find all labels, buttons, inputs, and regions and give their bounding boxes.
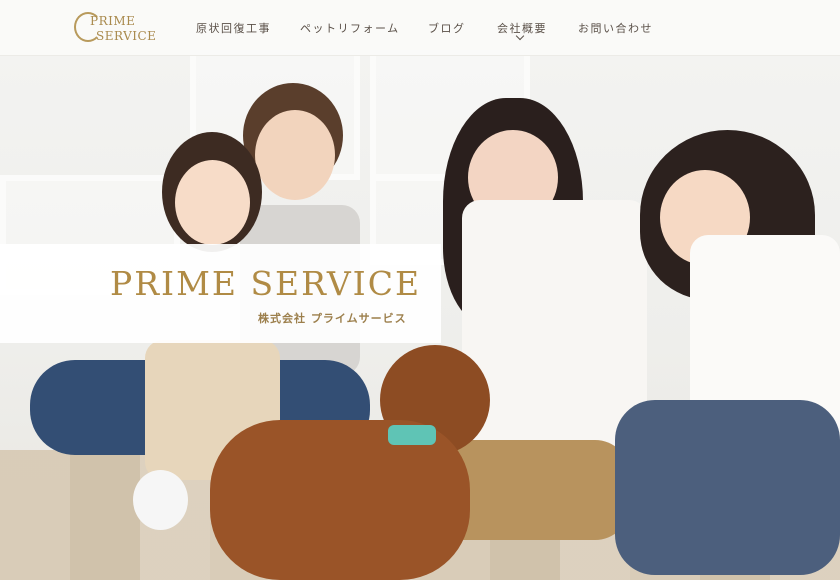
dog-bow-collar [388, 425, 436, 445]
site-header: PRIME SERVICE 原状回復工事 ペットリフォーム ブログ 会社概要 お… [0, 0, 840, 56]
nav-item-contact[interactable]: お問い合わせ [578, 20, 653, 36]
brand-banner: PRIME SERVICE 株式会社 プライムサービス [0, 244, 441, 343]
person-face [175, 160, 250, 245]
nav-item-pet-reform[interactable]: ペットリフォーム [300, 20, 400, 36]
person-sock [133, 470, 188, 530]
main-nav: 原状回復工事 ペットリフォーム ブログ 会社概要 お問い合わせ [0, 0, 840, 56]
person-jeans [615, 400, 840, 575]
company-name: 株式会社 プライムサービス [258, 312, 407, 325]
person-face [255, 110, 335, 200]
nav-item-company[interactable]: 会社概要 [497, 20, 547, 41]
nav-item-restoration[interactable]: 原状回復工事 [196, 20, 271, 36]
person-blouse [462, 200, 647, 455]
brand-title: PRIME SERVICE [110, 264, 422, 303]
nav-item-blog[interactable]: ブログ [428, 20, 466, 36]
